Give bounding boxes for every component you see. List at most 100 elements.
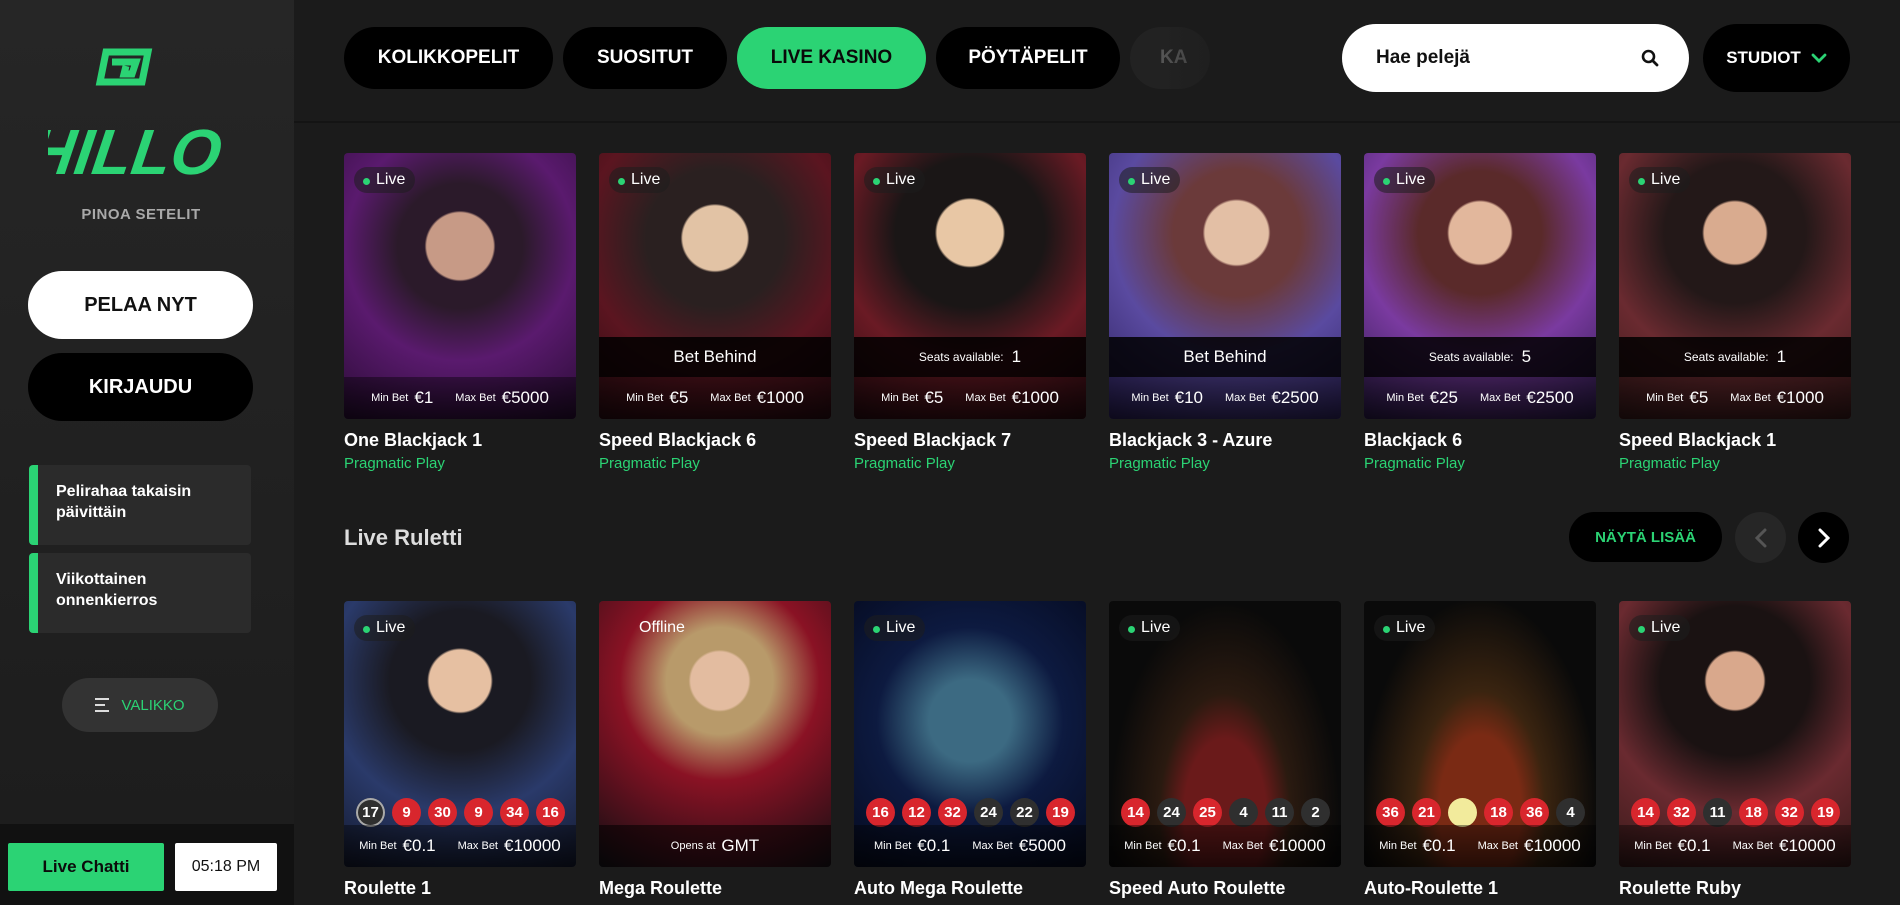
previous-button[interactable] xyxy=(1735,512,1786,563)
login-button[interactable]: KIRJAUDU xyxy=(28,353,253,421)
game-card[interactable]: Live Min Bet €1 Max Bet €5000 One Blackjac… xyxy=(344,153,576,472)
live-chat-button[interactable]: Live Chatti xyxy=(8,843,164,891)
result-ball: 11 xyxy=(1265,798,1294,827)
game-thumbnail[interactable]: Live Bet Behind Min Bet €5 Max Bet €1000 xyxy=(599,153,831,419)
section-title-roulette: Live Ruletti xyxy=(344,525,463,550)
promo-wheel[interactable]: Viikottainen onnenkierros xyxy=(29,553,251,633)
menu-label: VALIKKO xyxy=(121,696,185,714)
live-badge: Live xyxy=(354,167,416,193)
svg-text:HILLO: HILLO xyxy=(48,116,226,188)
game-thumbnail[interactable]: Live Bet Behind Min Bet €10 Max Bet €2500 xyxy=(1109,153,1341,419)
result-ball: 14 xyxy=(1121,798,1150,827)
game-card[interactable]: Live 16 12 32 24 22 19 Min Bet €0.1 Max B… xyxy=(854,601,1086,899)
game-title[interactable]: Speed Auto Roulette xyxy=(1109,878,1341,899)
bet-limits: Min Bet €1 Max Bet €5000 xyxy=(344,377,576,419)
recent-results: 36 21 18 36 4 xyxy=(1376,798,1585,827)
result-ball: 19 xyxy=(1811,798,1840,827)
tagline: PINOA SETELIT xyxy=(81,206,201,223)
header-divider xyxy=(294,121,1900,123)
studios-label: STUDIOT xyxy=(1726,48,1801,67)
game-thumbnail[interactable]: Live Seats available: 5 Min Bet €25 Max Be… xyxy=(1364,153,1596,419)
game-title[interactable]: Speed Blackjack 6 xyxy=(599,430,831,451)
game-title[interactable]: Blackjack 6 xyxy=(1364,430,1596,451)
promo-cashback[interactable]: Pelirahaa takaisin päivittäin xyxy=(29,465,251,545)
result-ball: 22 xyxy=(1010,798,1039,827)
bet-limits: Min Bet €10 Max Bet €2500 xyxy=(1109,377,1341,419)
search-input[interactable] xyxy=(1376,47,1641,69)
game-title[interactable]: Auto-Roulette 1 xyxy=(1364,878,1596,899)
game-provider: Pragmatic Play xyxy=(599,455,700,472)
game-provider: Pragmatic Play xyxy=(854,455,955,472)
recent-results: 17 9 30 9 34 16 xyxy=(356,798,565,827)
game-card[interactable]: Live 14 32 11 18 32 19 Min Bet €0.1 Max B… xyxy=(1619,601,1851,899)
tab-table-games[interactable]: PÖYTÄPELIT xyxy=(936,27,1120,89)
tab-popular[interactable]: SUOSITUT xyxy=(563,27,727,89)
live-badge: Live xyxy=(354,615,416,641)
game-title[interactable]: Speed Blackjack 1 xyxy=(1619,430,1851,451)
bet-limits: Min Bet €0.1 Max Bet €10000 xyxy=(344,825,576,867)
bet-limits: Min Bet €0.1 Max Bet €10000 xyxy=(1364,825,1596,867)
recent-results: 14 32 11 18 32 19 xyxy=(1631,798,1840,827)
game-card[interactable]: Live 14 24 25 4 11 2 Min Bet €0.1 Max Bet… xyxy=(1109,601,1341,899)
play-now-button[interactable]: PELAA NYT xyxy=(28,271,253,339)
game-thumbnail[interactable]: Live 16 12 32 24 22 19 Min Bet €0.1 Max B… xyxy=(854,601,1086,867)
bet-behind-strip: Bet Behind xyxy=(1109,337,1341,377)
live-badge: Live xyxy=(1119,167,1181,193)
game-thumbnail[interactable]: Live Min Bet €1 Max Bet €5000 xyxy=(344,153,576,419)
game-card[interactable]: Offline Opens at GMT Mega Roulette xyxy=(599,601,831,899)
search-box[interactable] xyxy=(1342,24,1689,92)
game-title[interactable]: Blackjack 3 - Azure xyxy=(1109,430,1341,451)
bet-limits: Min Bet €0.1 Max Bet €5000 xyxy=(854,825,1086,867)
result-ball: 24 xyxy=(974,798,1003,827)
live-badge: Live xyxy=(1629,167,1691,193)
result-ball: 4 xyxy=(1229,798,1258,827)
recent-results: 14 24 25 4 11 2 xyxy=(1121,798,1330,827)
game-title[interactable]: Roulette Ruby xyxy=(1619,878,1851,899)
game-title[interactable]: Mega Roulette xyxy=(599,878,831,899)
game-provider: Pragmatic Play xyxy=(1109,455,1210,472)
menu-icon xyxy=(95,698,110,712)
live-badge: Live xyxy=(864,615,926,641)
game-provider: Pragmatic Play xyxy=(344,455,445,472)
tab-live-casino[interactable]: LIVE KASINO xyxy=(737,27,926,89)
game-title[interactable]: Roulette 1 xyxy=(344,878,576,899)
game-thumbnail[interactable]: Live 14 32 11 18 32 19 Min Bet €0.1 Max B… xyxy=(1619,601,1851,867)
game-card[interactable]: Live Bet Behind Min Bet €10 Max Bet €2500 … xyxy=(1109,153,1341,472)
result-ball: 25 xyxy=(1193,798,1222,827)
next-button[interactable] xyxy=(1798,512,1849,563)
hillo-logo[interactable]: HILLO xyxy=(24,46,232,196)
game-card[interactable]: Live 36 21 18 36 4 Min Bet €0.1 Max Bet €1… xyxy=(1364,601,1596,899)
result-ball: 32 xyxy=(1667,798,1696,827)
game-thumbnail[interactable]: Live 36 21 18 36 4 Min Bet €0.1 Max Bet €1… xyxy=(1364,601,1596,867)
game-title[interactable]: Auto Mega Roulette xyxy=(854,878,1086,899)
game-card[interactable]: Live Bet Behind Min Bet €5 Max Bet €1000 S… xyxy=(599,153,831,472)
game-thumbnail[interactable]: Offline Opens at GMT xyxy=(599,601,831,867)
game-card[interactable]: Live Seats available: 1 Min Bet €5 Max Bet… xyxy=(854,153,1086,472)
game-thumbnail[interactable]: Live 17 9 30 9 34 16 Min Bet €0.1 Max Bet… xyxy=(344,601,576,867)
game-provider: Pragmatic Play xyxy=(1619,455,1720,472)
game-title[interactable]: One Blackjack 1 xyxy=(344,430,576,451)
result-ball: 11 xyxy=(1703,798,1732,827)
game-card[interactable]: Live 17 9 30 9 34 16 Min Bet €0.1 Max Bet… xyxy=(344,601,576,899)
menu-button[interactable]: VALIKKO xyxy=(62,678,218,732)
game-thumbnail[interactable]: Live Seats available: 1 Min Bet €5 Max Bet… xyxy=(1619,153,1851,419)
result-ball: 24 xyxy=(1157,798,1186,827)
studios-dropdown[interactable]: STUDIOT xyxy=(1703,24,1850,92)
result-ball: 19 xyxy=(1046,798,1075,827)
game-thumbnail[interactable]: Live 14 24 25 4 11 2 Min Bet €0.1 Max Bet… xyxy=(1109,601,1341,867)
show-more-button[interactable]: NÄYTÄ LISÄÄ xyxy=(1569,512,1722,562)
tab-slots[interactable]: KOLIKKOPELIT xyxy=(344,27,553,89)
tabs-fade xyxy=(1160,24,1340,92)
game-card[interactable]: Live Seats available: 1 Min Bet €5 Max Bet… xyxy=(1619,153,1851,472)
result-ball: 9 xyxy=(392,798,421,827)
result-ball: 12 xyxy=(902,798,931,827)
chevron-right-icon xyxy=(1818,528,1830,547)
game-card[interactable]: Live Seats available: 5 Min Bet €25 Max Be… xyxy=(1364,153,1596,472)
game-title[interactable]: Speed Blackjack 7 xyxy=(854,430,1086,451)
live-badge: Live xyxy=(1629,615,1691,641)
bet-limits: Min Bet €0.1 Max Bet €10000 xyxy=(1109,825,1341,867)
live-badge: Live xyxy=(1374,615,1436,641)
search-icon[interactable] xyxy=(1641,49,1659,67)
bet-limits: Min Bet €0.1 Max Bet €10000 xyxy=(1619,825,1851,867)
game-thumbnail[interactable]: Live Seats available: 1 Min Bet €5 Max Bet… xyxy=(854,153,1086,419)
